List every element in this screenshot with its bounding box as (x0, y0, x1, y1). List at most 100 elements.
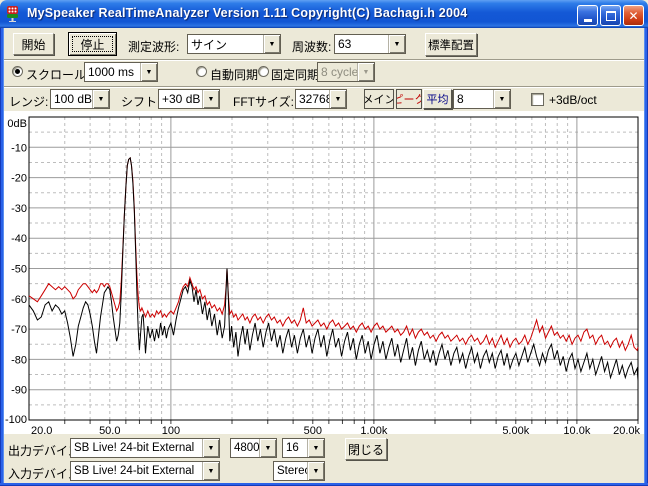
peak-curve-label: ピーク (396, 91, 422, 107)
waveform-value: サイン (188, 36, 263, 53)
close-window-label: 閉じる (348, 441, 384, 458)
maximize-icon (606, 11, 616, 21)
oct-checkbox[interactable] (531, 93, 544, 106)
svg-text:1.00k: 1.00k (360, 425, 387, 434)
svg-text:-10: -10 (11, 142, 27, 154)
title-bar[interactable]: MySpeaker RealTimeAnalyzer Version 1.11 … (0, 0, 648, 28)
start-button[interactable]: 開始 (13, 33, 54, 55)
waveform-select[interactable]: サイン ▼ (187, 34, 281, 54)
range-select[interactable]: 100 dB ▼ (50, 89, 110, 109)
output-device-value: SB Live! 24-bit External (71, 442, 202, 454)
svg-text:-60: -60 (11, 294, 27, 306)
application-window: MySpeaker RealTimeAnalyzer Version 1.11 … (0, 0, 648, 486)
dropdown-arrow-icon: ▼ (92, 90, 109, 108)
svg-text:-30: -30 (11, 203, 27, 215)
maximize-button[interactable] (600, 5, 621, 26)
fft-size-value: 32768 (296, 92, 329, 106)
separator (4, 59, 645, 61)
cycle-value: 8 cycle (318, 65, 357, 79)
range-value: 100 dB (51, 92, 92, 106)
dropdown-arrow-icon: ▼ (263, 35, 280, 53)
frequency-label: 周波数: (292, 38, 336, 55)
spectrum-chart: 0dB -10 -20 -30 -40 -50 -60 -70 -80 -90 -100 20.0 50… (0, 112, 648, 434)
standard-layout-button[interactable]: 標準配置 (425, 33, 477, 56)
fixed-sync-radio[interactable] (258, 66, 269, 77)
svg-text:5.00k: 5.00k (502, 425, 529, 434)
dropdown-arrow-icon: ▼ (140, 63, 157, 81)
cycle-select: 8 cycle ▼ (317, 62, 375, 82)
focus-rectangle (72, 36, 113, 52)
dropdown-arrow-icon: ▼ (307, 462, 324, 480)
average-count-select[interactable]: 8 ▼ (453, 89, 511, 109)
dropdown-arrow-icon: ▼ (307, 439, 324, 457)
window-title: MySpeaker RealTimeAnalyzer Version 1.11 … (27, 6, 467, 20)
input-device-value: SB Live! 24-bit External (71, 465, 202, 477)
dropdown-arrow-icon: ▼ (259, 439, 276, 457)
input-device-label: 入力デバイス: (8, 465, 72, 482)
svg-text:10.0k: 10.0k (563, 425, 590, 434)
scroll-radio[interactable] (12, 66, 23, 77)
bit-depth-select[interactable]: 16 ▼ (282, 438, 325, 458)
window-border-left (0, 28, 4, 486)
shift-value: +30 dB (159, 92, 202, 106)
close-button[interactable]: ✕ (623, 5, 644, 26)
stop-button[interactable]: 停止 (68, 32, 117, 56)
minimize-button[interactable] (577, 5, 598, 26)
svg-text:-100: -100 (5, 414, 27, 426)
minimize-icon (584, 19, 592, 22)
dropdown-arrow-icon: ▼ (493, 90, 510, 108)
bit-depth-value: 16 (283, 442, 307, 454)
output-device-label: 出力デバイス: (8, 442, 72, 459)
start-button-label: 開始 (21, 36, 45, 53)
svg-text:-40: -40 (11, 233, 27, 245)
dropdown-arrow-icon: ▼ (202, 462, 219, 480)
channels-select[interactable]: Stereo ▼ (273, 461, 325, 481)
svg-text:20.0k: 20.0k (613, 425, 640, 434)
close-window-button[interactable]: 閉じる (345, 438, 387, 460)
standard-layout-label: 標準配置 (428, 37, 474, 53)
samplerate-select[interactable]: 48000 ▼ (230, 438, 277, 458)
oct-checkbox-label: +3dB/oct (549, 93, 609, 107)
auto-sync-radio[interactable] (196, 66, 207, 77)
svg-text:50.0: 50.0 (99, 425, 120, 434)
output-device-select[interactable]: SB Live! 24-bit External ▼ (70, 438, 220, 458)
shift-select[interactable]: +30 dB ▼ (158, 89, 220, 109)
peak-curve-toggle[interactable]: ピーク (396, 89, 422, 109)
close-icon: ✕ (628, 10, 638, 22)
waveform-label: 測定波形: (128, 38, 186, 55)
dropdown-arrow-icon: ▼ (357, 63, 374, 81)
channels-value: Stereo (274, 465, 307, 477)
scroll-interval-select[interactable]: 1000 ms ▼ (84, 62, 158, 82)
main-curve-label: メイン (364, 91, 394, 107)
dropdown-arrow-icon: ▼ (329, 90, 346, 108)
fft-size-select[interactable]: 32768 ▼ (295, 89, 347, 109)
samplerate-value: 48000 (231, 442, 259, 454)
average-toggle[interactable]: 平均 (423, 89, 452, 109)
app-icon (6, 6, 22, 22)
svg-text:-20: -20 (11, 173, 27, 185)
svg-text:20.0: 20.0 (31, 425, 52, 434)
shift-label: シフト: (121, 93, 159, 110)
average-label: 平均 (427, 91, 449, 107)
frequency-value: 63 (335, 37, 388, 51)
auto-sync-label: 自動同期 (210, 66, 260, 83)
scroll-label: スクロール (26, 66, 84, 83)
svg-text:-50: -50 (11, 264, 27, 276)
dropdown-arrow-icon: ▼ (202, 439, 219, 457)
fixed-sync-label: 固定同期 (271, 66, 321, 83)
window-border-right (644, 28, 648, 486)
svg-text:500: 500 (304, 425, 322, 434)
frequency-select[interactable]: 63 ▼ (334, 34, 406, 54)
svg-text:-90: -90 (11, 385, 27, 397)
main-curve-toggle[interactable]: メイン (364, 89, 394, 109)
average-count-value: 8 (454, 92, 493, 106)
separator (4, 86, 645, 88)
fft-size-label: FFTサイズ: (233, 93, 297, 110)
input-device-select[interactable]: SB Live! 24-bit External ▼ (70, 461, 220, 481)
dropdown-arrow-icon: ▼ (388, 35, 405, 53)
svg-text:-70: -70 (11, 324, 27, 336)
svg-text:100: 100 (162, 425, 180, 434)
svg-text:-80: -80 (11, 354, 27, 366)
scroll-interval-value: 1000 ms (85, 65, 140, 79)
svg-text:0dB: 0dB (7, 118, 27, 130)
